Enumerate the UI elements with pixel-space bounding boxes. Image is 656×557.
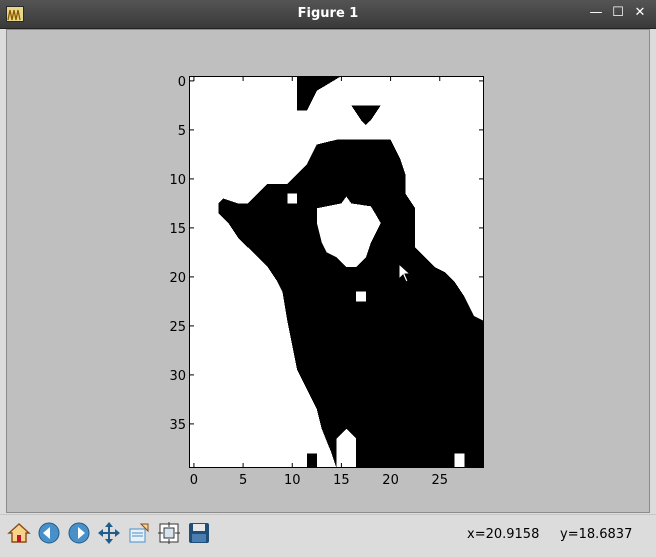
back-icon xyxy=(37,521,61,549)
minimize-button[interactable]: — xyxy=(588,5,604,21)
image-axes[interactable] xyxy=(189,76,484,468)
forward-button[interactable] xyxy=(65,520,93,550)
image-foreground xyxy=(218,76,484,468)
save-icon xyxy=(187,521,211,549)
back-button[interactable] xyxy=(35,520,63,550)
home-icon xyxy=(7,521,31,549)
binary-image xyxy=(218,76,484,468)
window-title: Figure 1 xyxy=(297,6,359,21)
save-button[interactable] xyxy=(185,520,213,550)
maximize-button[interactable]: ☐ xyxy=(610,5,626,21)
navigation-toolbar: x=20.9158 y=18.6837 xyxy=(0,514,656,557)
title-bar[interactable]: Figure 1 — ☐ ✕ xyxy=(0,0,656,29)
configure-subplots-icon xyxy=(157,521,181,549)
home-button[interactable] xyxy=(5,520,33,550)
configure-subplots-button[interactable] xyxy=(155,520,183,550)
pan-button[interactable] xyxy=(95,520,123,550)
close-button[interactable]: ✕ xyxy=(632,5,648,21)
x-coordinate-readout: x=20.9158 xyxy=(467,527,540,542)
mouse-cursor-icon xyxy=(398,262,412,287)
forward-icon xyxy=(67,521,91,549)
y-coordinate-readout: y=18.6837 xyxy=(560,527,633,542)
figure-window: Figure 1 — ☐ ✕ 0 5 10 15 20 25 0 5 10 15… xyxy=(0,0,656,557)
zoom-icon xyxy=(127,521,151,549)
zoom-button[interactable] xyxy=(125,520,153,550)
pan-icon xyxy=(97,521,121,549)
